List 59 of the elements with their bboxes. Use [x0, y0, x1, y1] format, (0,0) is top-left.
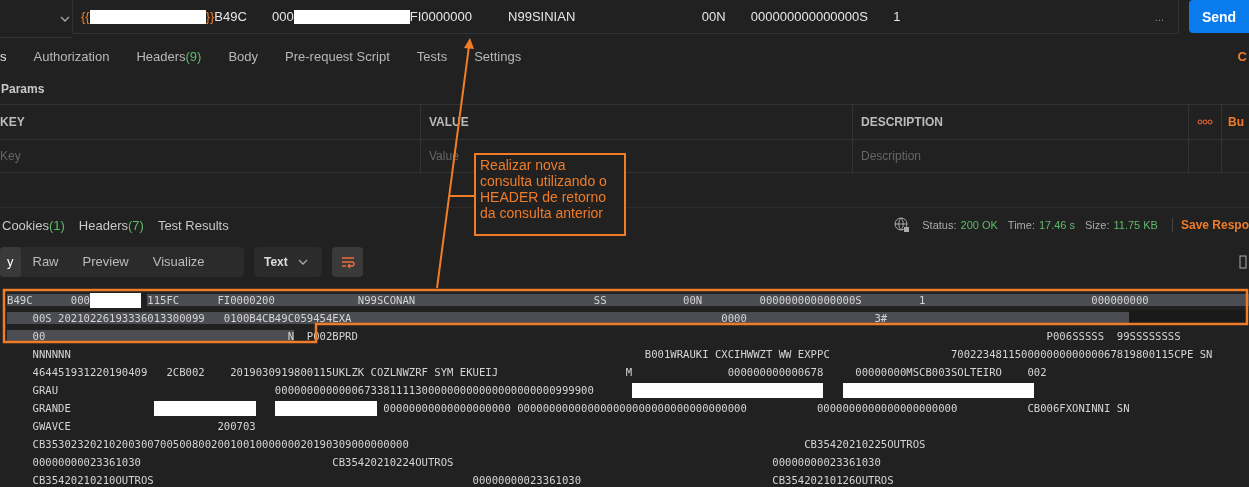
request-tab[interactable]: Authorization: [33, 48, 110, 64]
response-text: 115FC FI0000200 N99SCONAN SS 00N 000000000000000S 1 000000000: [147, 294, 1249, 306]
param-field[interactable]: Key: [0, 149, 420, 163]
response-tab[interactable]: Test Results: [157, 217, 229, 233]
response-text: GRANDE: [31, 402, 71, 414]
section-title: Params: [0, 81, 46, 98]
status-value: 200 OK: [960, 219, 998, 231]
status-label: Size:: [1085, 219, 1110, 231]
response-text: 00000000023361030 CB35420210224OUTROS 00000000023361030: [31, 456, 881, 468]
view-mode-tab[interactable]: Raw: [20, 247, 71, 277]
view-mode-tab[interactable]: y: [0, 247, 21, 277]
more-text[interactable]: ...: [1154, 10, 1165, 23]
copy-icon[interactable]: [1239, 255, 1247, 269]
request-tab[interactable]: Settings: [474, 48, 522, 64]
request-tab[interactable]: Tests: [416, 48, 448, 64]
url-text: FI0000000 N99SINIAN 00N 000000000000000S 1: [409, 9, 901, 24]
view-mode-tab[interactable]: Visualize: [140, 247, 217, 277]
url-text: B49C 000: [214, 9, 294, 24]
response-text: CB35420210210OUTROS 00000000023361030 CB35420210126OUTROS: [31, 474, 894, 486]
column-header: KEY: [0, 105, 421, 139]
response-text: 464451931220190409 2CB002 2019030919800115UKLZK COZLNWZRF SYM EKUEIJ M 000000000000678 00000000MSCB003SOLTEIRO 002: [31, 366, 1047, 378]
wrap-lines-icon: [339, 255, 356, 269]
param-field[interactable]: Description: [861, 149, 1188, 163]
save-response-link[interactable]: Save Respo: [1171, 218, 1249, 232]
url-field[interactable]: {{ }}B49C 000 FI0000000 N99SINIAN 00N 000000000000000S 1 ...: [71, 0, 1180, 34]
send-button[interactable]: Send: [1189, 0, 1249, 33]
caret-icon[interactable]: [59, 15, 70, 22]
bulk-edit-link[interactable]: Bu: [1222, 105, 1249, 139]
response-text: 00 N: [7, 330, 294, 342]
response-text: CB353023202102003007005008002001001000000020190309000000000 CB35420210225OUTROS: [31, 438, 926, 450]
response-text: NNNNNN B001WRAUKI CXCIHWWZT WW EXPPC 70022348115000000000000067819800115CPE SN: [31, 348, 1213, 360]
caret-icon: [297, 259, 308, 265]
column-header: DESCRIPTION: [853, 105, 1189, 139]
cookies-link[interactable]: C: [1237, 48, 1247, 64]
response-text: 00S 20210226193336013300099 0100B4CB49C059454EXA 0000 3#: [7, 312, 1129, 324]
wrap-lines-button[interactable]: [332, 247, 363, 277]
variable-brace: {{: [80, 9, 90, 24]
request-tab[interactable]: s: [0, 48, 7, 64]
annotation-callout: Realizar nova consulta utilizando o HEADER de retorno da consulta anterior: [474, 153, 626, 236]
response-text: B49C 000: [7, 294, 90, 306]
status-label: Status:: [922, 219, 957, 231]
response-tab[interactable]: Cookies(1): [2, 217, 65, 233]
request-tab[interactable]: Headers(9): [136, 48, 202, 64]
status-label: Time:: [1007, 219, 1035, 231]
more-icon[interactable]: [1197, 119, 1213, 125]
status-value: 17.46 s: [1038, 219, 1076, 231]
response-tab[interactable]: Headers(7): [78, 217, 144, 233]
redaction-block: [89, 292, 141, 308]
response-text: 00000000000000000000 000000000000000000000000000000000000 0000000000000000000000 CB006FXONINNI SN: [383, 402, 1130, 414]
view-mode-tab[interactable]: Preview: [70, 247, 141, 277]
variable-brace: }}: [205, 9, 215, 24]
request-tab[interactable]: Body: [228, 48, 259, 64]
response-text: GWAVCE 200703: [31, 420, 256, 432]
request-tab[interactable]: Pre-request Script: [285, 48, 390, 64]
format-dropdown[interactable]: Text: [254, 247, 322, 277]
leader-line: [449, 195, 475, 197]
response-text: GRAU 00000000000006733811113000000000000000000000999900: [31, 384, 594, 396]
globe-icon[interactable]: [894, 217, 911, 233]
status-value: 11.75 KB: [1113, 219, 1158, 231]
